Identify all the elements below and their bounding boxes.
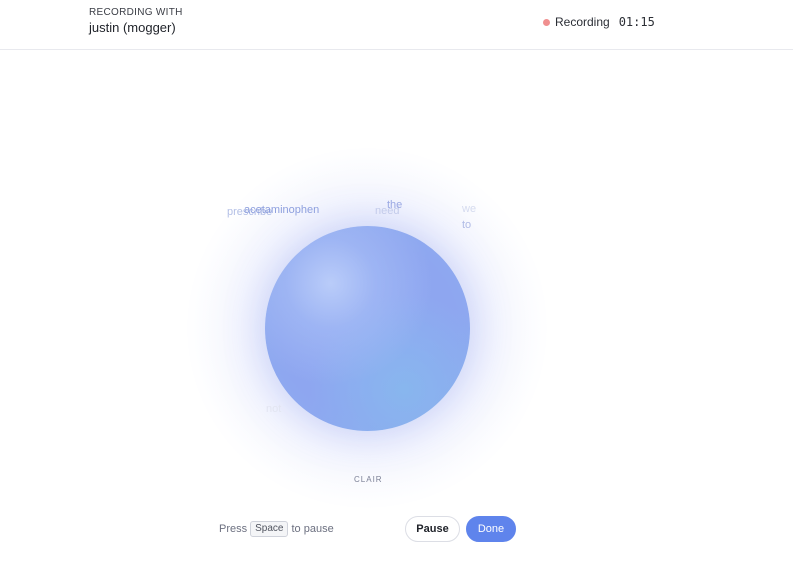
floating-word: to bbox=[462, 219, 472, 231]
pause-button[interactable]: Pause bbox=[405, 516, 460, 542]
hint-prefix: Press bbox=[219, 523, 248, 535]
floating-word: acetaminophen bbox=[244, 204, 320, 216]
participant-name: justin (mogger) bbox=[89, 20, 176, 35]
recording-screen: RECORDING WITH justin (mogger) Recording… bbox=[0, 0, 793, 573]
speaker-label: CLAIR bbox=[354, 475, 383, 484]
recording-with-label: RECORDING WITH bbox=[89, 7, 183, 18]
recording-status: Recording 01:15 bbox=[543, 14, 655, 30]
space-key: Space bbox=[250, 521, 289, 537]
done-button[interactable]: Done bbox=[466, 516, 516, 542]
floating-word: the bbox=[387, 199, 403, 211]
recording-dot-icon bbox=[543, 18, 550, 26]
recording-status-label: Recording bbox=[555, 15, 610, 29]
voice-orb bbox=[265, 226, 470, 431]
floating-word: we bbox=[462, 203, 477, 215]
floating-word: not bbox=[266, 403, 282, 415]
pause-hint: Press Space to pause bbox=[219, 521, 334, 537]
hint-suffix: to pause bbox=[291, 523, 334, 535]
recording-timer: 01:15 bbox=[618, 15, 655, 29]
top-bar: RECORDING WITH justin (mogger) Recording… bbox=[0, 0, 793, 50]
